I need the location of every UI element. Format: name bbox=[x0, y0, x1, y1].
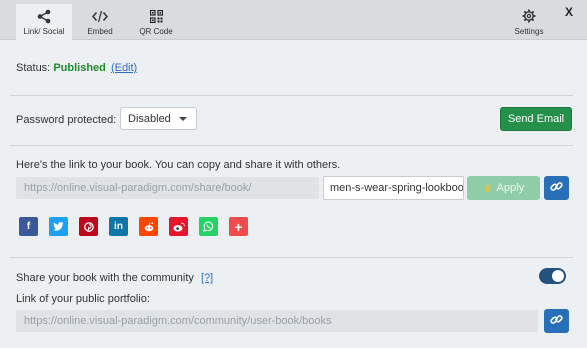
facebook-icon[interactable]: f bbox=[19, 217, 38, 236]
portfolio-label: Link of your public portfolio: bbox=[16, 293, 150, 305]
settings-button[interactable]: Settings bbox=[506, 4, 552, 40]
tab-link-social[interactable]: Link/ Social bbox=[16, 4, 72, 40]
apply-button[interactable]: ♛ Apply bbox=[467, 176, 540, 200]
twitter-icon[interactable] bbox=[49, 217, 68, 236]
status-line: Status: Published (Edit) bbox=[16, 62, 137, 74]
linkedin-icon[interactable]: in bbox=[109, 217, 128, 236]
share-icon bbox=[37, 7, 51, 25]
gear-icon bbox=[522, 7, 536, 25]
toggle-knob bbox=[552, 270, 564, 282]
top-toolbar: Link/ Social Embed QR Code Settings X bbox=[0, 0, 587, 40]
password-label: Password protected: bbox=[16, 114, 117, 126]
more-share-icon[interactable]: + bbox=[229, 217, 248, 236]
share-slug-input[interactable]: men-s-wear-spring-lookbook bbox=[323, 176, 464, 200]
status-value: Published bbox=[53, 62, 106, 74]
settings-label: Settings bbox=[514, 27, 544, 36]
link-icon bbox=[550, 180, 563, 196]
share-base-url: https://online.visual-paradigm.com/share… bbox=[16, 177, 319, 199]
chevron-down-icon bbox=[179, 117, 187, 121]
share-instructions: Here's the link to your book. You can co… bbox=[16, 159, 341, 171]
copy-link-button[interactable] bbox=[544, 176, 569, 200]
community-label: Share your book with the community bbox=[16, 272, 194, 284]
portfolio-url: https://online.visual-paradigm.com/commu… bbox=[16, 310, 538, 332]
pinterest-icon[interactable] bbox=[79, 217, 98, 236]
qr-code-icon bbox=[149, 7, 163, 25]
tab-qr-code[interactable]: QR Code bbox=[132, 4, 180, 40]
tab-label: Link/ Social bbox=[23, 27, 65, 36]
community-share-line: Share your book with the community [?] bbox=[16, 272, 213, 284]
divider bbox=[10, 145, 573, 146]
community-toggle[interactable] bbox=[539, 268, 566, 284]
help-link[interactable]: [?] bbox=[201, 272, 213, 284]
whatsapp-icon[interactable] bbox=[199, 217, 218, 236]
status-label: Status: bbox=[16, 62, 51, 74]
divider bbox=[10, 257, 573, 258]
password-select-value: Disabled bbox=[128, 112, 171, 125]
apply-label: Apply bbox=[496, 182, 525, 194]
code-icon bbox=[92, 7, 108, 25]
link-icon bbox=[550, 313, 563, 329]
password-select[interactable]: Disabled bbox=[120, 107, 197, 130]
divider bbox=[10, 95, 573, 96]
close-button[interactable]: X bbox=[565, 5, 573, 19]
social-share-bar: f in + bbox=[19, 217, 248, 236]
crown-icon: ♛ bbox=[482, 182, 493, 195]
edit-status-link[interactable]: (Edit) bbox=[111, 62, 137, 74]
weibo-icon[interactable] bbox=[169, 217, 188, 236]
tab-embed[interactable]: Embed bbox=[78, 4, 122, 40]
tab-label: QR Code bbox=[139, 27, 173, 36]
open-portfolio-link-button[interactable] bbox=[544, 309, 569, 333]
reddit-icon[interactable] bbox=[139, 217, 158, 236]
send-email-button[interactable]: Send Email bbox=[500, 107, 572, 131]
tab-label: Embed bbox=[87, 27, 113, 36]
share-slug-value: men-s-wear-spring-lookbook bbox=[330, 182, 464, 194]
